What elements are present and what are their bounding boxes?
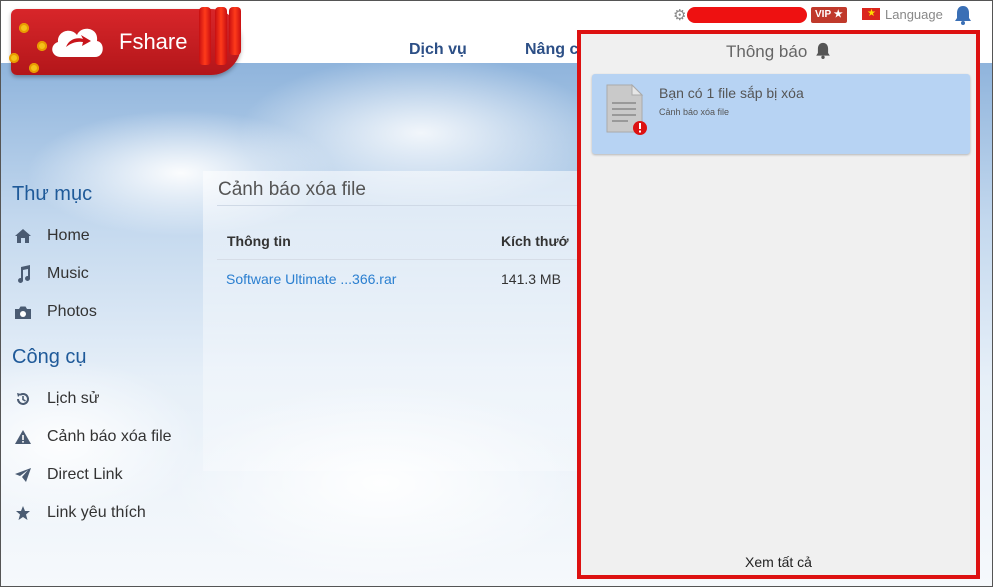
page-title: Cảnh báo xóa file [218,179,366,200]
nav-dich-vu[interactable]: Dịch vụ [409,41,467,59]
sidebar-item-label: Home [47,227,90,244]
sidebar-item-label: Link yêu thích [47,504,146,521]
vietnam-flag-icon[interactable]: ★ [862,8,880,20]
column-header-size[interactable]: Kích thướ [501,233,569,249]
section-title-folders: Thư mục [12,183,93,205]
history-icon [13,390,33,408]
sidebar-item-direct-link[interactable]: Direct Link [13,466,123,484]
lantern-decoration [215,7,227,65]
divider [217,259,583,260]
brand-name: Fshare [119,29,188,54]
sidebar-item-label: Lịch sử [47,390,100,407]
blossom-decoration [37,41,47,51]
send-icon [13,466,33,484]
column-header-info[interactable]: Thông tin [227,233,291,249]
sidebar-item-photos[interactable]: Photos [13,303,97,321]
highlight-outline [577,30,980,579]
nav-nang-cap[interactable]: Nâng c [525,41,578,59]
lantern-decoration [199,7,211,65]
cloud-logo-icon [52,28,103,57]
page-frame: Fshare Dịch vụ Nâng c ⚙ VIP ★ ★ Language… [0,0,993,587]
blossom-decoration [29,63,39,73]
gear-icon[interactable]: ⚙ [673,6,686,24]
sidebar-item-label: Direct Link [47,466,123,483]
file-size: 141.3 MB [501,271,561,287]
sidebar-item-label: Music [47,265,89,282]
camera-icon [13,303,33,321]
star-icon [13,504,33,522]
music-icon [13,265,33,283]
home-icon [13,227,33,245]
sidebar-item-favorite-links[interactable]: Link yêu thích [13,504,146,522]
warning-icon [13,428,33,446]
sidebar-item-delete-warning[interactable]: Cảnh báo xóa file [13,428,172,446]
sidebar-item-label: Cảnh báo xóa file [47,428,172,445]
section-title-tools: Công cụ [12,346,87,368]
sidebar-item-music[interactable]: Music [13,265,89,283]
blossom-decoration [9,53,19,63]
language-selector[interactable]: Language [885,7,943,22]
sidebar-item-history[interactable]: Lịch sử [13,390,100,408]
file-link[interactable]: Software Ultimate ...366.rar [226,271,396,287]
main-panel: Cảnh báo xóa file Thông tin Kích thướ So… [203,171,583,471]
username-redacted[interactable] [687,7,807,23]
vip-badge[interactable]: VIP ★ [811,7,847,23]
blossom-decoration [19,23,29,33]
divider [217,205,583,206]
lantern-decoration [229,7,241,55]
sidebar-item-label: Photos [47,303,97,320]
sidebar-item-home[interactable]: Home [13,227,90,245]
bell-icon[interactable] [954,5,972,25]
